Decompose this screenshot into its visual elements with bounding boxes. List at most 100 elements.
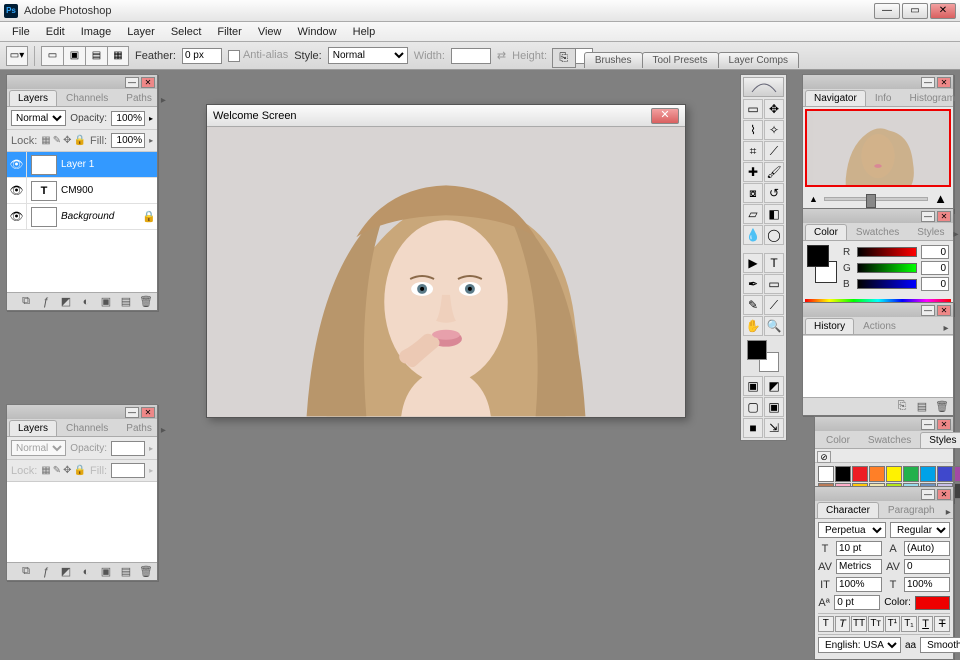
layer-name[interactable]: CM900	[61, 185, 157, 196]
blend-mode-select[interactable]: Normal	[11, 110, 66, 126]
healing-tool-icon[interactable]: ✚	[743, 162, 763, 182]
underline-button[interactable]: T	[918, 616, 934, 632]
menu-view[interactable]: View	[250, 24, 290, 40]
style-swatch[interactable]	[818, 466, 834, 482]
panel-close-button[interactable]: ✕	[937, 305, 951, 316]
eyedropper-tool-icon[interactable]: ⟋	[764, 295, 784, 315]
panel-close-button[interactable]: ✕	[141, 77, 155, 88]
zoom-tool-icon[interactable]: 🔍	[764, 316, 784, 336]
baseline-input[interactable]	[834, 595, 880, 610]
menu-image[interactable]: Image	[73, 24, 120, 40]
trash-icon[interactable]: 🗑	[139, 295, 153, 309]
menu-help[interactable]: Help	[345, 24, 384, 40]
r-slider[interactable]	[857, 247, 917, 257]
layer-mask-icon[interactable]: ◩	[59, 295, 73, 309]
g-slider[interactable]	[857, 263, 917, 273]
layer-name[interactable]: Layer 1	[61, 159, 157, 170]
adjustment-layer-icon[interactable]: ◐	[79, 295, 93, 309]
tab-channels[interactable]: Channels	[57, 90, 117, 106]
tab-channels[interactable]: Channels	[57, 420, 117, 436]
screen-mode-1-icon[interactable]: ▢	[743, 397, 763, 417]
close-button[interactable]: ✕	[930, 3, 956, 19]
slice-tool-icon[interactable]: ⟋	[764, 141, 784, 161]
tab-history[interactable]: History	[805, 318, 854, 334]
text-color-swatch[interactable]	[915, 596, 950, 610]
tab-character[interactable]: Character	[817, 502, 879, 518]
quickmask-mode-icon[interactable]: ◩	[764, 376, 784, 396]
notes-tool-icon[interactable]: ✎	[743, 295, 763, 315]
opacity-input[interactable]	[111, 111, 145, 126]
new-layer-icon[interactable]: ▤	[119, 295, 133, 309]
zoom-in-icon[interactable]: ▲	[934, 191, 947, 206]
style-swatch[interactable]	[835, 466, 851, 482]
kerning-input[interactable]	[836, 559, 882, 574]
tab-navigator[interactable]: Navigator	[805, 90, 866, 106]
b-input[interactable]	[921, 277, 949, 291]
crop-tool-icon[interactable]: ⌗	[743, 141, 763, 161]
style-swatch[interactable]	[920, 466, 936, 482]
navigator-thumbnail[interactable]	[805, 109, 951, 187]
g-input[interactable]	[921, 261, 949, 275]
hand-tool-icon[interactable]: ✋	[743, 316, 763, 336]
layer-style-icon[interactable]: ƒ	[39, 295, 53, 309]
tab-color[interactable]: Color	[817, 432, 859, 448]
fill-flyout-icon[interactable]: ▸	[149, 136, 153, 145]
layer-name[interactable]: Background	[61, 211, 141, 222]
trash-icon[interactable]: 🗑	[935, 400, 949, 414]
leading-input[interactable]	[904, 541, 950, 556]
new-doc-from-state-icon[interactable]: ⎘	[895, 400, 909, 414]
shape-tool-icon[interactable]: ▭	[764, 274, 784, 294]
style-swatch[interactable]	[903, 466, 919, 482]
menu-file[interactable]: File	[4, 24, 38, 40]
tab-histogram[interactable]: Histogram	[901, 90, 960, 106]
maximize-button[interactable]: ▭	[902, 3, 928, 19]
fg-swatch[interactable]	[807, 245, 829, 267]
panel-minimize-button[interactable]: —	[921, 419, 935, 430]
tab-layers[interactable]: Layers	[9, 90, 57, 106]
no-style-icon[interactable]: ⊘	[817, 451, 831, 463]
subscript-button[interactable]: T₁	[901, 616, 917, 632]
style-swatch[interactable]	[954, 466, 960, 482]
style-swatch[interactable]	[886, 466, 902, 482]
color-fgbg[interactable]	[807, 245, 837, 287]
adjustment-layer-icon[interactable]: ◐	[79, 565, 93, 579]
panel-close-button[interactable]: ✕	[937, 419, 951, 430]
fill-input[interactable]	[111, 133, 145, 148]
style-swatch[interactable]	[954, 483, 960, 499]
zoom-slider[interactable]	[824, 197, 928, 201]
marquee-tool-icon[interactable]: ▭	[743, 99, 763, 119]
group-icon[interactable]: ▣	[99, 295, 113, 309]
lock-position-icon[interactable]: ✥	[63, 135, 71, 146]
tool-preset-picker[interactable]: ▭▾	[6, 46, 28, 66]
layer-thumbnail[interactable]: T	[31, 181, 57, 201]
feather-input[interactable]	[182, 48, 222, 64]
faux-italic-button[interactable]: T	[835, 616, 851, 632]
minimize-button[interactable]: —	[874, 3, 900, 19]
stamp-tool-icon[interactable]: ⧇	[743, 183, 763, 203]
visibility-toggle-icon[interactable]: 👁	[7, 152, 27, 177]
panel-close-button[interactable]: ✕	[937, 489, 951, 500]
visibility-toggle-icon[interactable]: 👁	[7, 178, 27, 203]
panel-minimize-button[interactable]: —	[921, 77, 935, 88]
menu-select[interactable]: Select	[163, 24, 210, 40]
new-layer-icon[interactable]: ▤	[119, 565, 133, 579]
zoom-out-icon[interactable]: ▲	[809, 194, 818, 204]
tab-paths[interactable]: Paths	[117, 90, 161, 106]
style-swatch[interactable]	[937, 466, 953, 482]
new-selection-icon[interactable]: ▭	[41, 46, 63, 66]
lock-transparency-icon[interactable]: ▦	[41, 135, 50, 146]
panel-minimize-button[interactable]: —	[125, 407, 139, 418]
style-swatch[interactable]	[852, 466, 868, 482]
wand-tool-icon[interactable]: ✧	[764, 120, 784, 140]
screen-mode-3-icon[interactable]: ■	[743, 418, 763, 438]
menu-layer[interactable]: Layer	[119, 24, 163, 40]
tab-paths[interactable]: Paths	[117, 420, 161, 436]
history-brush-tool-icon[interactable]: ↺	[764, 183, 784, 203]
strike-button[interactable]: T	[934, 616, 950, 632]
new-snapshot-icon[interactable]: ▤	[915, 400, 929, 414]
panel-minimize-button[interactable]: —	[125, 77, 139, 88]
intersect-selection-icon[interactable]: ▦	[107, 46, 129, 66]
faux-bold-button[interactable]: T	[818, 616, 834, 632]
lasso-tool-icon[interactable]: ⌇	[743, 120, 763, 140]
visibility-toggle-icon[interactable]: 👁	[7, 204, 27, 229]
